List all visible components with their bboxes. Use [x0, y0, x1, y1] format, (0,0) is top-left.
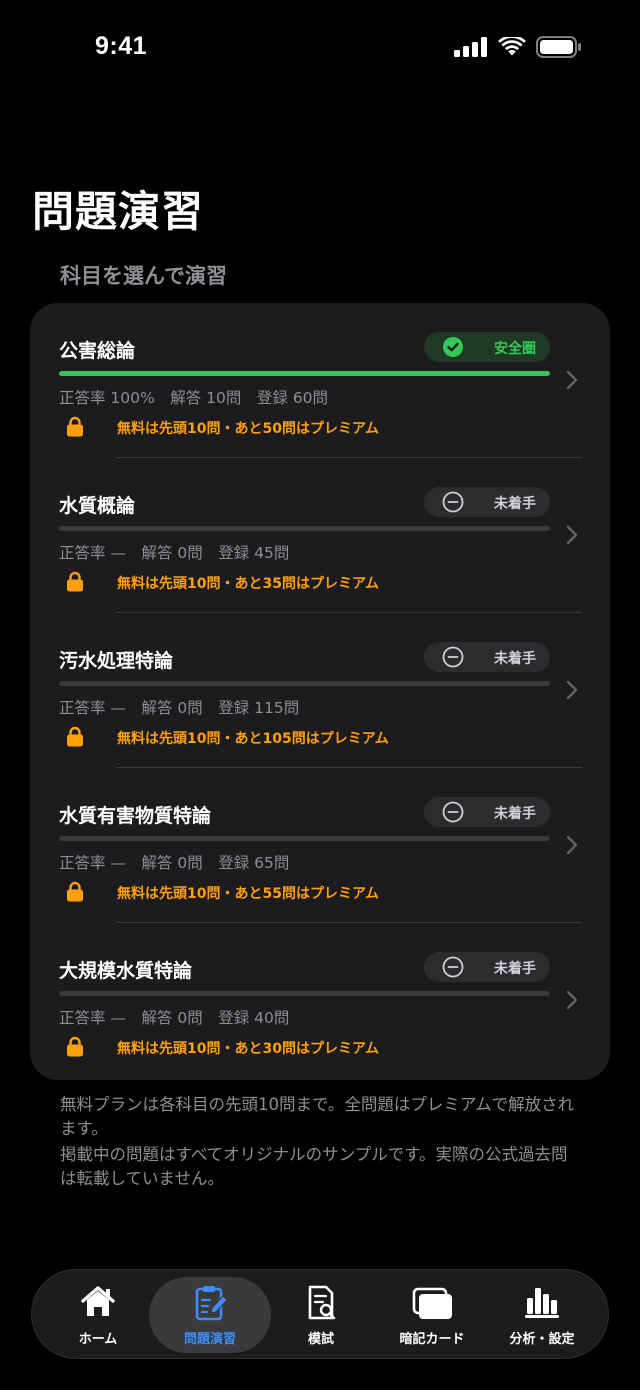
status-badge-label: 未着手: [494, 496, 536, 512]
progress-bar: [59, 681, 550, 686]
lock-icon: [67, 881, 83, 902]
battery-icon: [536, 36, 581, 58]
subject-stats: 正答率 — 解答 0問 登録 115問: [59, 699, 300, 717]
minus-circle-icon: [442, 491, 464, 513]
progress-bar: [59, 991, 550, 996]
wifi-icon: [498, 37, 526, 56]
tab-flashcards[interactable]: 暗記カード: [372, 1270, 492, 1360]
subject-name: 水質有害物質特論: [59, 805, 212, 827]
status-badge-label: 未着手: [494, 651, 536, 667]
premium-note: 無料は先頭10問・あと50問はプレミアム: [117, 421, 379, 437]
subject-row[interactable]: 水質有害物質特論 未着手 正答率 — 解答 0問 登録 65問 無料は先頭10問…: [30, 768, 610, 923]
screen: 9:41 問題演習 科目を選んで演習 公害総論 安全圏 正答率 100% 解答 …: [0, 0, 640, 1390]
chevron-right-icon: [566, 525, 578, 545]
premium-note: 無料は先頭10問・あと55問はプレミアム: [117, 886, 379, 902]
minus-circle-icon: [442, 956, 464, 978]
cards-icon: [412, 1287, 452, 1319]
section-label: 科目を選んで演習: [60, 264, 227, 288]
status-badge: 未着手: [424, 797, 550, 827]
lock-icon: [67, 1036, 83, 1057]
house-icon: [81, 1286, 115, 1316]
progress-bar: [59, 836, 550, 841]
chevron-right-icon: [566, 680, 578, 700]
tab-label: 分析・設定: [509, 1332, 575, 1347]
chevron-right-icon: [566, 370, 578, 390]
tab-label: ホーム: [78, 1332, 118, 1347]
status-badge-label: 未着手: [494, 806, 536, 822]
status-badge: 未着手: [424, 487, 550, 517]
premium-note: 無料は先頭10問・あと35問はプレミアム: [117, 576, 379, 592]
clipboard-pencil-icon: [195, 1286, 228, 1321]
free-plan-note: 無料プランは各科目の先頭10問まで。全問題はプレミアムで解放されます。: [60, 1095, 575, 1138]
progress-bar: [59, 371, 550, 376]
subject-stats: 正答率 — 解答 0問 登録 40問: [59, 1009, 290, 1027]
subject-row[interactable]: 大規模水質特論 未着手 正答率 — 解答 0問 登録 40問 無料は先頭10問・…: [30, 923, 610, 1078]
subject-list-card: 公害総論 安全圏 正答率 100% 解答 10問 登録 60問 無料は先頭10問…: [30, 303, 610, 1080]
premium-note: 無料は先頭10問・あと30問はプレミアム: [117, 1041, 379, 1057]
original-questions-note: 掲載中の問題はすべてオリジナルのサンプルです。実際の公式過去問は転載していません…: [60, 1145, 568, 1188]
lock-icon: [67, 726, 83, 747]
subject-name: 水質概論: [59, 495, 136, 517]
subject-row[interactable]: 汚水処理特論 未着手 正答率 — 解答 0問 登録 115問 無料は先頭10問・…: [30, 613, 610, 768]
subject-row[interactable]: 水質概論 未着手 正答率 — 解答 0問 登録 45問 無料は先頭10問・あと3…: [30, 458, 610, 613]
chevron-right-icon: [566, 835, 578, 855]
lock-icon: [67, 571, 83, 592]
tab-practice[interactable]: 問題演習: [150, 1270, 270, 1360]
subject-name: 大規模水質特論: [59, 960, 193, 982]
status-time: 9:41: [95, 32, 148, 60]
tab-bar: ホーム 問題演習 模試 暗記カード 分析・設定: [31, 1269, 609, 1359]
subject-name: 汚水処理特論: [59, 650, 174, 672]
progress-bar: [59, 526, 550, 531]
status-badge: 安全圏: [424, 332, 550, 362]
subject-stats: 正答率 — 解答 0問 登録 45問: [59, 544, 290, 562]
status-badge: 未着手: [424, 642, 550, 672]
status-badge-label: 安全圏: [494, 341, 536, 357]
minus-circle-icon: [442, 646, 464, 668]
subject-row[interactable]: 公害総論 安全圏 正答率 100% 解答 10問 登録 60問 無料は先頭10問…: [30, 303, 610, 458]
status-badge: 未着手: [424, 952, 550, 982]
signal-icon: [454, 37, 487, 57]
progress-fill: [59, 371, 550, 376]
document-search-icon: [308, 1285, 336, 1320]
subject-name: 公害総論: [59, 340, 136, 362]
tab-label: 暗記カード: [399, 1332, 465, 1347]
tab-label: 模試: [307, 1332, 334, 1347]
premium-note: 無料は先頭10問・あと105問はプレミアム: [117, 731, 389, 747]
status-badge-label: 未着手: [494, 961, 536, 977]
chevron-right-icon: [566, 990, 578, 1010]
tab-analysis-settings[interactable]: 分析・設定: [482, 1270, 602, 1360]
tab-home[interactable]: ホーム: [38, 1270, 158, 1360]
checkmark-circle-icon: [443, 337, 463, 357]
status-icons: [454, 36, 582, 58]
minus-circle-icon: [442, 801, 464, 823]
subject-stats: 正答率 100% 解答 10問 登録 60問: [59, 389, 329, 407]
tab-mock-exam[interactable]: 模試: [261, 1270, 381, 1360]
subject-stats: 正答率 — 解答 0問 登録 65問: [59, 854, 290, 872]
page-title: 問題演習: [32, 187, 205, 236]
bar-chart-icon: [525, 1288, 559, 1318]
tab-label: 問題演習: [183, 1332, 236, 1347]
lock-icon: [67, 416, 83, 437]
